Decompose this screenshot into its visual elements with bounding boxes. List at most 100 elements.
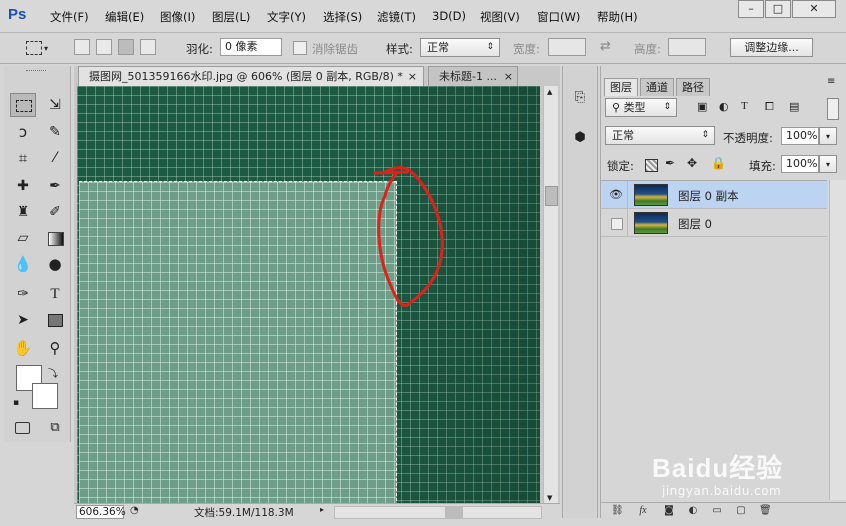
fx-icon[interactable]: fx xyxy=(637,505,649,517)
lock-all-icon[interactable]: 🔒 xyxy=(711,156,726,170)
panel-grip[interactable] xyxy=(26,70,46,74)
height-input[interactable] xyxy=(668,38,706,56)
intersect-selection-icon[interactable] xyxy=(140,39,156,55)
fill-dropdown[interactable]: ▾ xyxy=(819,155,837,173)
status-menu-icon[interactable]: ◔ xyxy=(130,505,139,516)
add-selection-icon[interactable] xyxy=(96,39,112,55)
filter-adjustment-icon[interactable]: ◐ xyxy=(719,100,729,113)
healing-brush-icon[interactable]: ✚ xyxy=(10,174,36,198)
screen-mode-icon[interactable]: ⧉ xyxy=(42,416,68,440)
layers-scrollbar[interactable] xyxy=(829,180,846,500)
menu-file[interactable]: 文件(F) xyxy=(50,9,89,25)
marquee-preset-icon[interactable] xyxy=(26,41,42,55)
type-icon[interactable]: T xyxy=(42,282,68,306)
quick-mask-icon[interactable] xyxy=(10,416,36,440)
zoom-icon[interactable]: ⚲ xyxy=(42,336,68,360)
path-select-icon[interactable]: ➤ xyxy=(10,308,36,332)
refine-edge-button[interactable]: 调整边缘... xyxy=(730,38,813,57)
panel-menu-icon[interactable]: ≡ xyxy=(827,76,835,87)
mask-icon[interactable]: ◙ xyxy=(663,505,675,517)
lasso-icon[interactable]: ↄ xyxy=(10,120,36,144)
dodge-icon[interactable]: ● xyxy=(42,252,68,276)
filter-kind-select[interactable]: ⚲ 类型 ⇕ xyxy=(605,98,677,117)
lock-transparency-icon[interactable] xyxy=(645,159,658,172)
fill-input[interactable]: 100% xyxy=(781,155,819,173)
menu-help[interactable]: 帮助(H) xyxy=(597,9,638,25)
menu-type[interactable]: 文字(Y) xyxy=(267,9,306,25)
eye-icon[interactable]: 👁 xyxy=(609,188,623,202)
blur-icon[interactable]: 💧 xyxy=(10,252,36,276)
visibility-toggle[interactable] xyxy=(611,218,623,230)
layer-row[interactable]: 👁 图层 0 副本 xyxy=(601,181,827,209)
lock-pixels-icon[interactable]: ✒ xyxy=(665,156,675,170)
hand-icon[interactable]: ✋ xyxy=(10,336,36,360)
style-select[interactable]: 正常 ⇕ xyxy=(420,38,500,57)
group-icon[interactable]: ▭ xyxy=(711,505,723,517)
tab-layers[interactable]: 图层 xyxy=(604,78,638,96)
hscroll-thumb[interactable] xyxy=(445,507,463,518)
layer-name[interactable]: 图层 0 xyxy=(678,216,712,232)
swap-icon[interactable]: ⇄ xyxy=(600,39,611,54)
gradient-icon[interactable] xyxy=(42,226,68,250)
3d-panel-icon[interactable]: ⬢ xyxy=(571,130,589,148)
subtract-selection-icon[interactable] xyxy=(118,39,134,55)
opacity-dropdown[interactable]: ▾ xyxy=(819,127,837,145)
filter-shape-icon[interactable]: ⧠ xyxy=(765,100,774,114)
layer-row[interactable]: 图层 0 xyxy=(601,209,827,237)
link-icon[interactable]: ⛓ xyxy=(611,505,624,517)
history-brush-icon[interactable]: ✐ xyxy=(42,200,68,224)
tab-untitled[interactable]: 未标题-1 ... × xyxy=(428,66,518,86)
chevron-down-icon[interactable]: ▾ xyxy=(44,44,48,53)
menu-image[interactable]: 图像(I) xyxy=(160,9,195,25)
filter-type-icon[interactable]: T xyxy=(741,100,748,112)
layer-name[interactable]: 图层 0 副本 xyxy=(678,188,739,204)
filter-pixel-icon[interactable]: ▣ xyxy=(697,100,707,113)
horizontal-scrollbar[interactable] xyxy=(334,506,542,519)
menu-select[interactable]: 选择(S) xyxy=(323,9,362,25)
close-icon[interactable]: × xyxy=(408,67,417,86)
default-colors-icon[interactable]: ▪ xyxy=(13,398,19,408)
marquee-selection[interactable] xyxy=(79,181,397,504)
move-icon[interactable]: ⇲ xyxy=(42,93,68,117)
adjustment-icon[interactable]: ◐ xyxy=(687,505,699,517)
pen-icon[interactable]: ✑ xyxy=(10,282,36,306)
trash-icon[interactable]: 🗑 xyxy=(759,505,772,517)
maximize-button[interactable]: □ xyxy=(765,0,791,18)
menu-view[interactable]: 视图(V) xyxy=(480,9,520,25)
menu-edit[interactable]: 编辑(E) xyxy=(105,9,144,25)
lock-position-icon[interactable]: ✥ xyxy=(687,156,697,170)
history-panel-icon[interactable]: ⎘ xyxy=(571,90,589,108)
tab-document[interactable]: 摄图网_501359166水印.jpg @ 606% (图层 0 副本, RGB… xyxy=(78,66,424,86)
vertical-scrollbar[interactable]: ▲ ▼ xyxy=(543,86,558,504)
menu-filter[interactable]: 滤镜(T) xyxy=(377,9,416,25)
menu-3d[interactable]: 3D(D) xyxy=(432,9,466,23)
tab-channels[interactable]: 通道 xyxy=(640,78,674,96)
canvas[interactable] xyxy=(77,86,540,504)
background-color-swatch[interactable] xyxy=(32,383,58,409)
rectangle-shape-icon[interactable] xyxy=(42,308,68,332)
menu-window[interactable]: 窗口(W) xyxy=(537,9,580,25)
new-layer-icon[interactable]: ▢ xyxy=(735,505,747,517)
close-button[interactable]: ✕ xyxy=(792,0,836,18)
scroll-up-icon[interactable]: ▲ xyxy=(547,88,552,96)
opacity-input[interactable]: 100% xyxy=(781,127,819,145)
new-selection-icon[interactable] xyxy=(74,39,90,55)
brush-icon[interactable]: ✒ xyxy=(42,174,68,198)
scroll-down-icon[interactable]: ▼ xyxy=(547,494,552,502)
width-input[interactable] xyxy=(548,38,586,56)
eraser-icon[interactable]: ▱ xyxy=(10,226,36,250)
minimize-button[interactable]: – xyxy=(738,0,764,18)
feather-input[interactable]: 0 像素 xyxy=(220,38,282,56)
status-arrow-icon[interactable]: ▸ xyxy=(320,505,324,514)
close-icon[interactable]: × xyxy=(504,67,513,86)
quick-select-icon[interactable]: ✎ xyxy=(42,120,68,144)
swap-colors-icon[interactable]: ⤵ xyxy=(48,365,58,380)
antialias-checkbox[interactable] xyxy=(293,41,307,55)
zoom-field[interactable]: 606.36% xyxy=(76,505,126,519)
tab-paths[interactable]: 路径 xyxy=(676,78,710,96)
blend-mode-select[interactable]: 正常 ⇕ xyxy=(605,126,715,145)
eyedropper-icon[interactable]: ⁄ xyxy=(42,146,68,170)
menu-layer[interactable]: 图层(L) xyxy=(212,9,250,25)
rect-marquee-icon[interactable] xyxy=(10,93,36,117)
crop-icon[interactable]: ⌗ xyxy=(10,146,36,170)
